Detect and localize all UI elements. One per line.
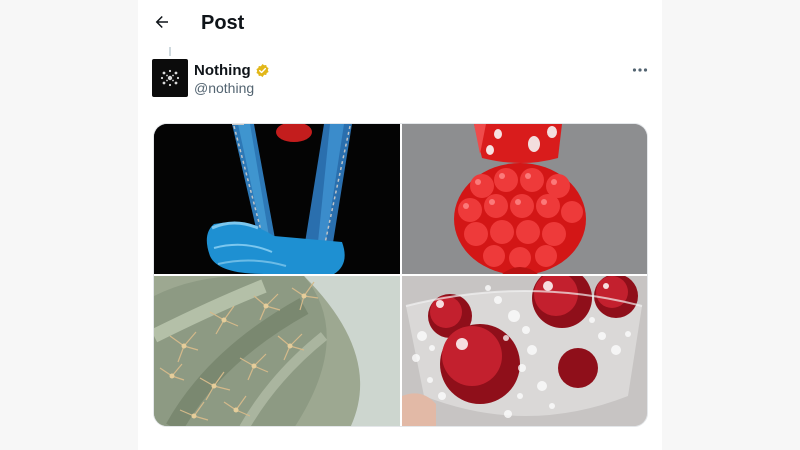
arrow-left-icon	[155, 16, 168, 28]
media-image-cactus[interactable]	[154, 276, 400, 426]
nothing-logo-icon	[160, 69, 180, 87]
thread-connector-line	[169, 47, 171, 56]
verified-badge-icon	[256, 63, 269, 77]
media-image-gummy-dice[interactable]	[402, 124, 647, 274]
author-row[interactable]: Nothing	[194, 60, 270, 80]
more-horizontal-icon	[632, 68, 648, 72]
more-options-button[interactable]	[628, 60, 652, 80]
back-button[interactable]	[150, 10, 174, 34]
media-grid	[153, 123, 648, 427]
author-name[interactable]: Nothing	[194, 62, 251, 79]
page-title: Post	[201, 12, 245, 34]
media-image-cherries-glass[interactable]	[402, 276, 647, 426]
avatar[interactable]	[152, 59, 188, 97]
author-handle[interactable]: @nothing	[194, 80, 254, 96]
media-image-peace-glove[interactable]	[154, 124, 400, 274]
